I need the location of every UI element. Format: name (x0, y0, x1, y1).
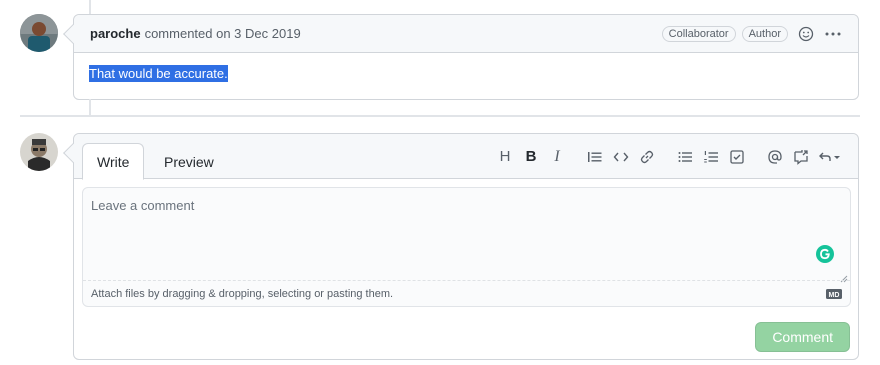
attach-hint: Attach files by dragging & dropping, sel… (91, 288, 394, 300)
markdown-icon[interactable]: MD (826, 289, 842, 299)
comment-card: paroche commented on 3 Dec 2019 Collabor… (63, 14, 859, 100)
markdown-toolbar: H B I (492, 134, 846, 179)
code-icon[interactable] (608, 144, 634, 170)
task-list-icon[interactable] (724, 144, 750, 170)
ordered-list-icon[interactable] (698, 144, 724, 170)
editor-tabnav: Write Preview H B I (74, 134, 858, 180)
bold-button[interactable]: B (518, 144, 544, 170)
reply-icon[interactable] (814, 144, 846, 170)
author-badge: Author (741, 25, 788, 42)
comment-meta[interactable]: commented on 3 Dec 2019 (145, 26, 301, 41)
grammarly-icon[interactable] (816, 245, 834, 263)
timeline-divider (20, 115, 860, 117)
timeline-line (89, 99, 91, 115)
unordered-list-icon[interactable] (672, 144, 698, 170)
timeline-line (89, 0, 91, 14)
cross-reference-icon[interactable] (788, 144, 814, 170)
comment-textarea[interactable]: Leave a comment Attach files by dragging… (82, 187, 851, 307)
heading-button[interactable]: H (492, 144, 518, 170)
mention-icon[interactable] (762, 144, 788, 170)
italic-button[interactable]: I (544, 144, 570, 170)
tab-preview[interactable]: Preview (150, 143, 228, 180)
comment-header: paroche commented on 3 Dec 2019 Collabor… (74, 15, 858, 53)
comment-text: That would be accurate. (89, 65, 228, 82)
comment-author[interactable]: paroche (90, 26, 141, 41)
link-icon[interactable] (634, 144, 660, 170)
file-attachment-bar[interactable]: Attach files by dragging & dropping, sel… (83, 280, 850, 307)
kebab-menu-icon[interactable] (824, 26, 842, 42)
markdown-badge-text: MD (829, 292, 840, 299)
current-user-avatar[interactable] (20, 133, 58, 171)
textarea-placeholder: Leave a comment (91, 198, 195, 213)
comment-body: That would be accurate. (74, 53, 858, 94)
smiley-icon[interactable] (798, 26, 814, 42)
collaborator-badge: Collaborator (661, 25, 736, 42)
author-avatar[interactable] (20, 14, 58, 52)
tab-write[interactable]: Write (82, 143, 145, 180)
new-comment-form: Write Preview H B I Leave a comment Atta… (63, 133, 859, 360)
submit-comment-button[interactable]: Comment (755, 322, 850, 352)
quote-icon[interactable] (582, 144, 608, 170)
